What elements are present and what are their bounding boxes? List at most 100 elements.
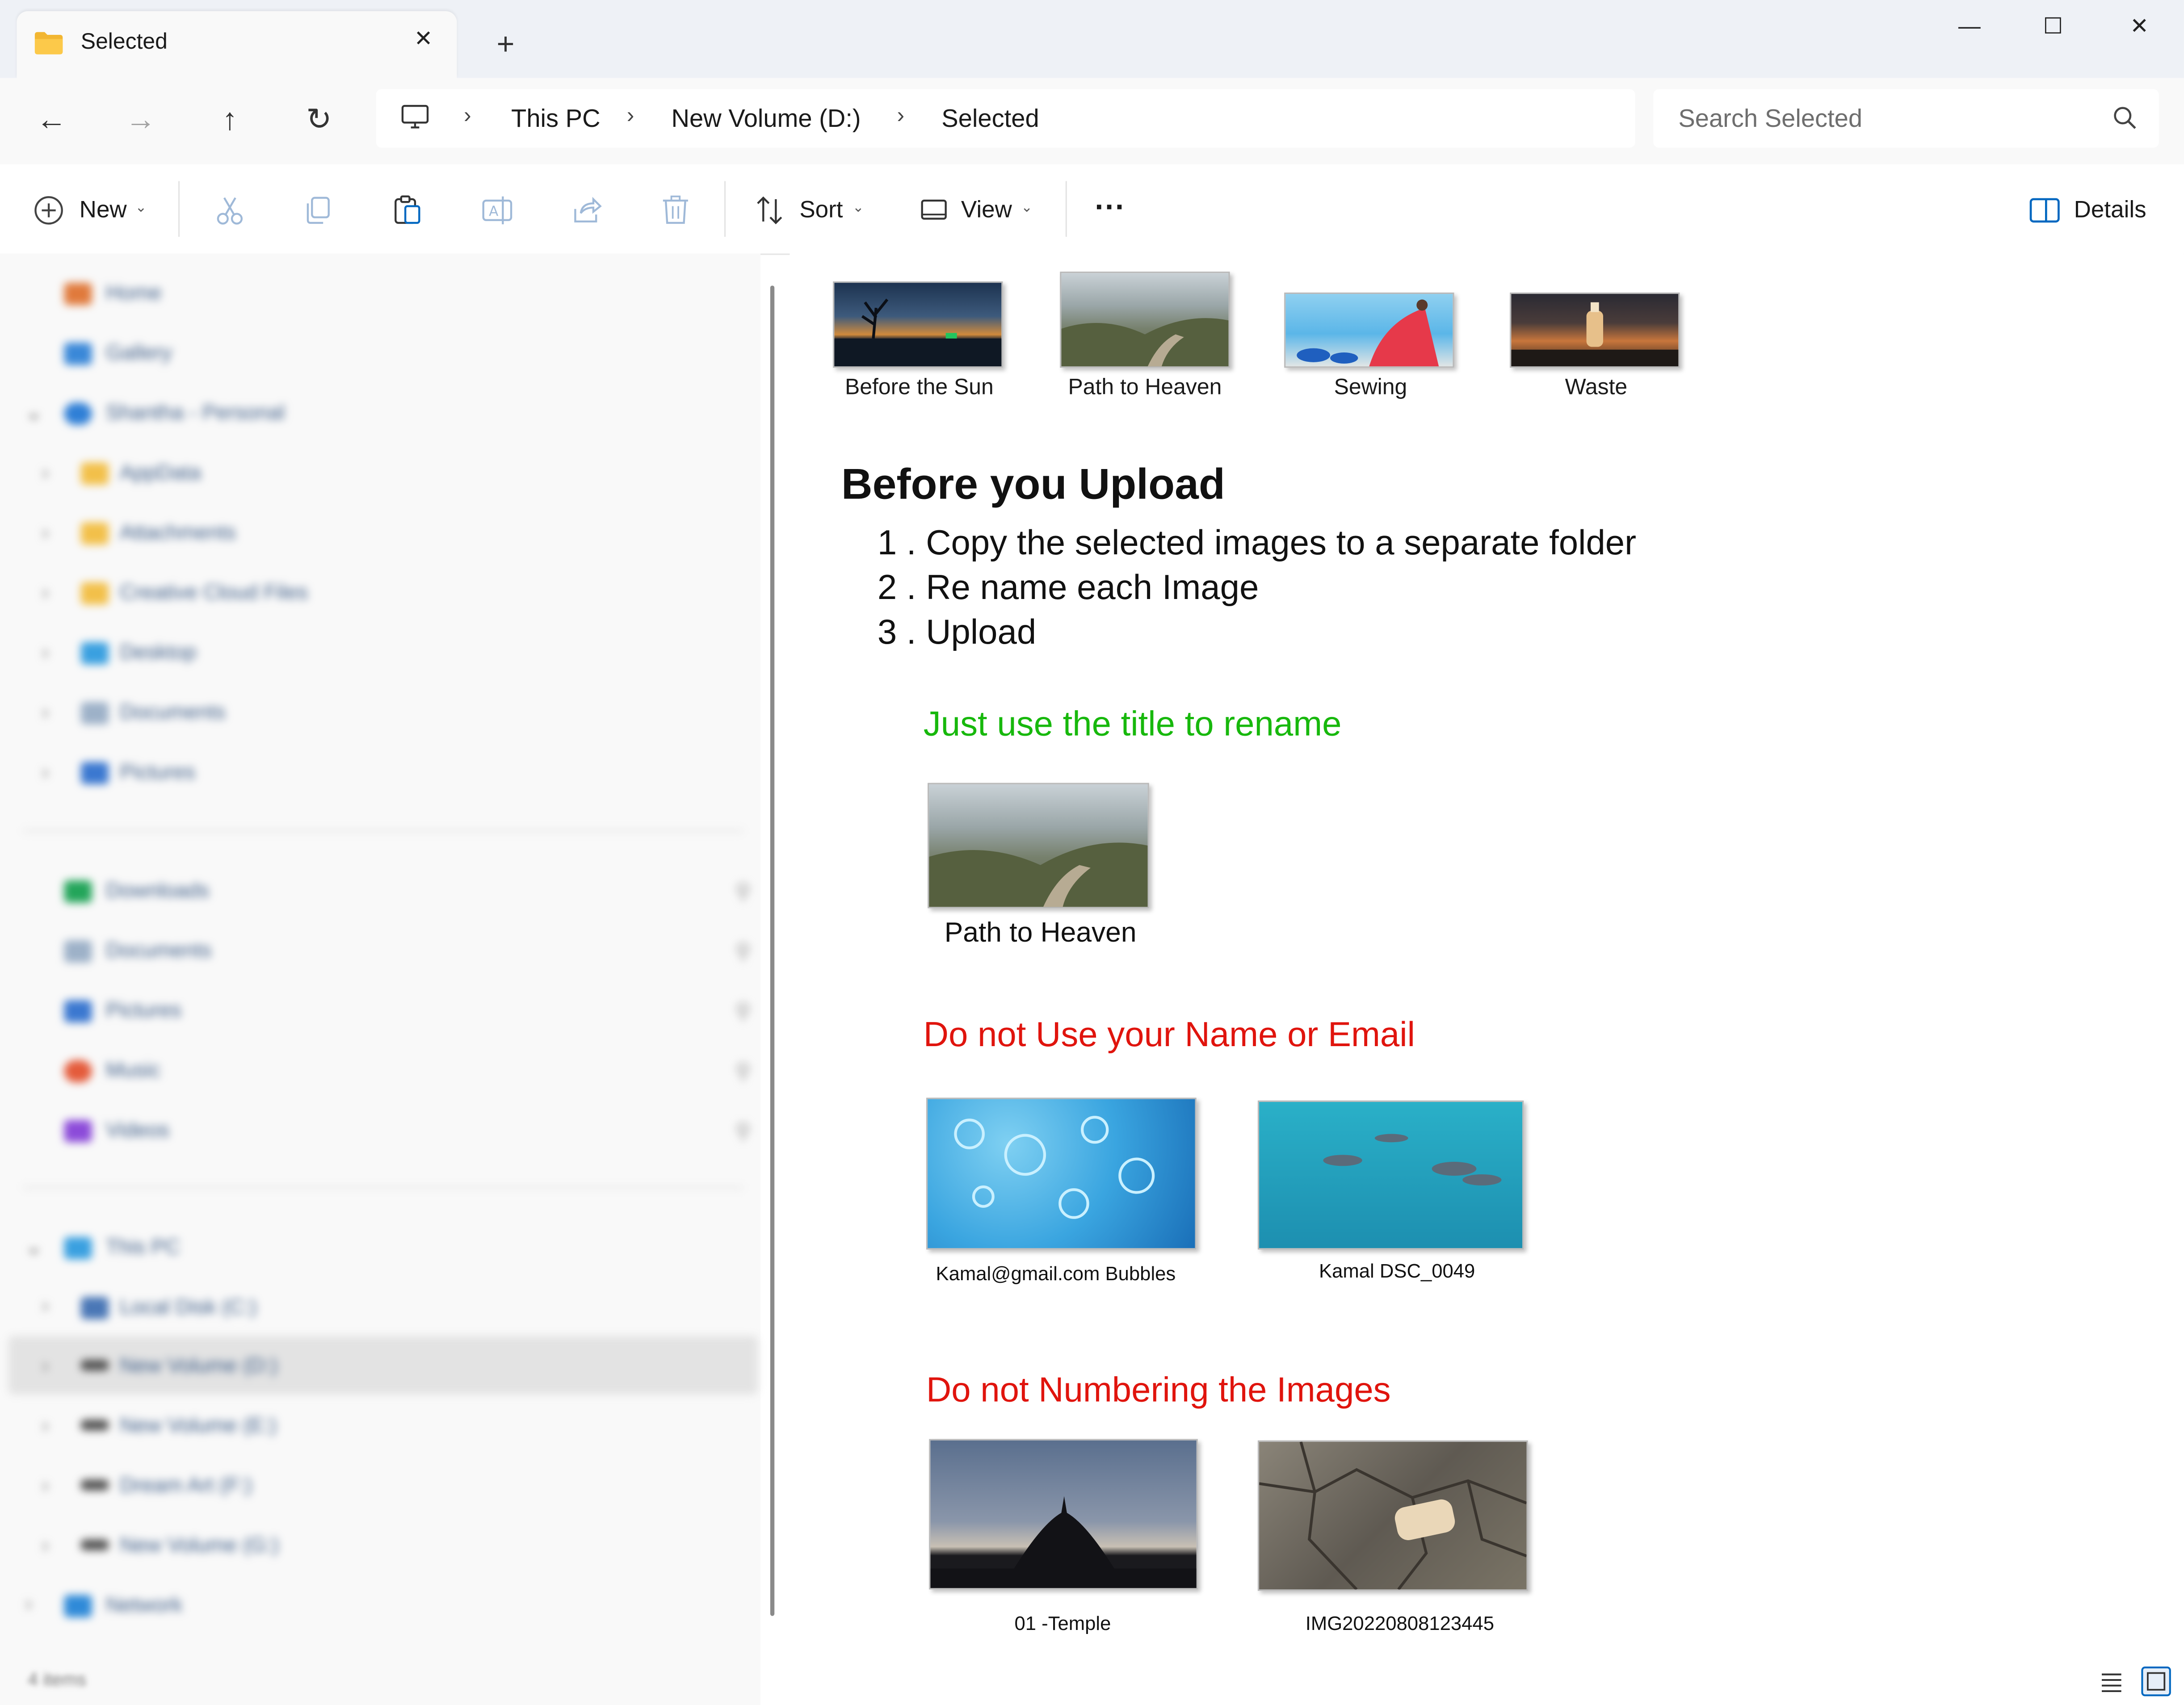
sidebar-item-documents-pinned[interactable]: Documents bbox=[106, 939, 212, 963]
sort-button[interactable]: Sort bbox=[799, 197, 843, 224]
file-thumbnail-path-to-heaven[interactable] bbox=[1060, 272, 1230, 368]
sidebar-item-dream-art-f[interactable]: Dream Art (F:) bbox=[120, 1474, 252, 1497]
sidebar-item-attachments[interactable]: Attachments bbox=[120, 521, 236, 545]
pin-icon[interactable]: ⚲ bbox=[735, 939, 751, 964]
computer-icon bbox=[401, 105, 429, 129]
folder-icon bbox=[80, 522, 109, 545]
chevron-right-icon[interactable]: › bbox=[42, 641, 49, 665]
file-thumbnail-sewing[interactable] bbox=[1284, 292, 1454, 368]
copy-icon[interactable] bbox=[301, 192, 337, 228]
sidebar-scrollbar[interactable] bbox=[770, 285, 775, 1616]
up-button[interactable]: ↑ bbox=[209, 101, 251, 139]
file-thumbnail-before-the-sun[interactable] bbox=[833, 281, 1003, 368]
chevron-down-icon[interactable]: ⌄ bbox=[25, 1234, 42, 1259]
sidebar-item-this-pc[interactable]: This PC bbox=[106, 1236, 180, 1259]
maximize-button[interactable]: ☐ bbox=[2025, 11, 2081, 45]
chevron-right-icon[interactable]: › bbox=[42, 1294, 49, 1318]
chevron-right-icon[interactable]: › bbox=[464, 105, 471, 130]
chevron-down-icon[interactable]: ⌄ bbox=[25, 400, 42, 425]
chevron-right-icon[interactable]: › bbox=[42, 581, 49, 604]
search-icon[interactable] bbox=[2112, 105, 2139, 132]
sidebar-item-new-volume-d[interactable]: New Volume (D:) bbox=[120, 1354, 277, 1378]
chevron-right-icon[interactable]: › bbox=[42, 1474, 49, 1497]
delete-icon[interactable] bbox=[657, 192, 693, 228]
view-button[interactable]: View bbox=[961, 197, 1012, 224]
example-image-temple bbox=[929, 1439, 1198, 1590]
forward-button[interactable]: → bbox=[120, 101, 162, 139]
chevron-right-icon[interactable]: › bbox=[42, 461, 49, 485]
paste-icon[interactable] bbox=[390, 192, 426, 228]
pictures-icon bbox=[64, 1000, 92, 1023]
chevron-right-icon[interactable]: › bbox=[42, 1354, 49, 1378]
sidebar-item-new-volume-g[interactable]: New Volume (G:) bbox=[120, 1534, 279, 1558]
share-icon[interactable] bbox=[568, 192, 605, 228]
sidebar-item-pictures-pinned[interactable]: Pictures bbox=[106, 999, 181, 1022]
sidebar-item-appdata[interactable]: AppData bbox=[120, 461, 201, 485]
breadcrumb-this-pc[interactable]: This PC bbox=[511, 105, 601, 134]
close-window-button[interactable]: ✕ bbox=[2112, 11, 2167, 45]
chevron-right-icon[interactable]: › bbox=[42, 1534, 49, 1558]
view-icon[interactable] bbox=[916, 192, 953, 228]
minimize-button[interactable]: — bbox=[1942, 11, 1998, 45]
rename-icon[interactable]: A bbox=[479, 192, 515, 228]
drive-icon bbox=[80, 1479, 109, 1491]
sidebar-item-gallery[interactable]: Gallery bbox=[106, 341, 172, 365]
temple-silhouette-icon bbox=[930, 1496, 1197, 1588]
sidebar-item-documents[interactable]: Documents bbox=[120, 701, 226, 725]
new-tab-button[interactable]: + bbox=[489, 27, 522, 61]
chevron-right-icon[interactable]: › bbox=[627, 105, 634, 130]
pin-icon[interactable]: ⚲ bbox=[735, 999, 751, 1024]
chevron-right-icon[interactable]: › bbox=[42, 761, 49, 784]
file-name-path-to-heaven[interactable]: Path to Heaven bbox=[1058, 376, 1231, 401]
file-name-before-the-sun[interactable]: Before the Sun bbox=[833, 376, 1006, 401]
sidebar-item-videos[interactable]: Videos bbox=[106, 1119, 169, 1142]
folder-icon bbox=[80, 462, 109, 485]
details-view-icon[interactable] bbox=[2096, 1666, 2127, 1697]
sidebar-item-creative-cloud[interactable]: Creative Cloud Files bbox=[120, 581, 308, 604]
pin-icon[interactable]: ⚲ bbox=[735, 879, 751, 904]
chevron-down-icon[interactable]: ⌄ bbox=[1021, 201, 1033, 216]
drive-icon bbox=[80, 1539, 109, 1551]
refresh-button[interactable]: ↻ bbox=[298, 101, 340, 139]
sort-icon[interactable] bbox=[752, 192, 788, 228]
close-tab-icon[interactable]: ✕ bbox=[409, 26, 437, 54]
sidebar-item-new-volume-e[interactable]: New Volume (E:) bbox=[120, 1414, 277, 1437]
details-pane-icon[interactable] bbox=[2027, 192, 2063, 228]
file-thumbnail-waste[interactable] bbox=[1510, 292, 1680, 368]
chevron-right-icon[interactable]: › bbox=[42, 521, 49, 545]
sidebar-item-onedrive[interactable]: Shantha - Personal bbox=[106, 401, 285, 425]
new-button[interactable]: New bbox=[80, 197, 127, 224]
more-options-button[interactable]: ··· bbox=[1095, 189, 1126, 226]
chevron-right-icon[interactable]: › bbox=[25, 1592, 32, 1616]
file-name-waste[interactable]: Waste bbox=[1510, 376, 1683, 401]
sidebar-divider bbox=[22, 1187, 744, 1189]
chevron-right-icon[interactable]: › bbox=[42, 1414, 49, 1437]
back-button[interactable]: ← bbox=[31, 101, 73, 139]
file-name-sewing[interactable]: Sewing bbox=[1284, 376, 1457, 401]
sidebar-item-desktop[interactable]: Desktop bbox=[120, 641, 197, 665]
breadcrumb-new-volume-d[interactable]: New Volume (D:) bbox=[672, 105, 861, 134]
details-button[interactable]: Details bbox=[2074, 197, 2146, 224]
pin-icon[interactable]: ⚲ bbox=[735, 1119, 751, 1144]
thumbnails-view-icon[interactable] bbox=[2141, 1666, 2171, 1697]
chevron-down-icon[interactable]: ⌄ bbox=[853, 201, 864, 216]
sidebar-item-local-disk-c[interactable]: Local Disk (C:) bbox=[120, 1295, 257, 1319]
chevron-right-icon[interactable]: › bbox=[42, 701, 49, 725]
chevron-right-icon[interactable]: › bbox=[897, 105, 905, 130]
cut-icon[interactable] bbox=[212, 192, 248, 228]
chevron-down-icon[interactable]: ⌄ bbox=[135, 201, 147, 216]
sidebar-item-home[interactable]: Home bbox=[106, 281, 162, 305]
example-caption-img-number: IMG20220808123445 bbox=[1305, 1612, 1494, 1634]
sidebar-item-pictures[interactable]: Pictures bbox=[120, 761, 195, 784]
pin-icon[interactable]: ⚲ bbox=[735, 1059, 751, 1084]
sidebar-item-downloads[interactable]: Downloads bbox=[106, 879, 209, 903]
plus-circle-icon[interactable] bbox=[31, 192, 67, 228]
breadcrumb-selected[interactable]: Selected bbox=[941, 105, 1039, 134]
network-icon bbox=[64, 1595, 92, 1617]
computer-icon bbox=[64, 1237, 92, 1260]
tab-selected[interactable]: Selected ✕ bbox=[17, 11, 457, 78]
folder-icon bbox=[80, 582, 109, 605]
example-caption-temple: 01 -Temple bbox=[1014, 1612, 1111, 1634]
sidebar-item-music[interactable]: Music bbox=[106, 1059, 160, 1082]
sidebar-item-network[interactable]: Network bbox=[106, 1594, 183, 1617]
